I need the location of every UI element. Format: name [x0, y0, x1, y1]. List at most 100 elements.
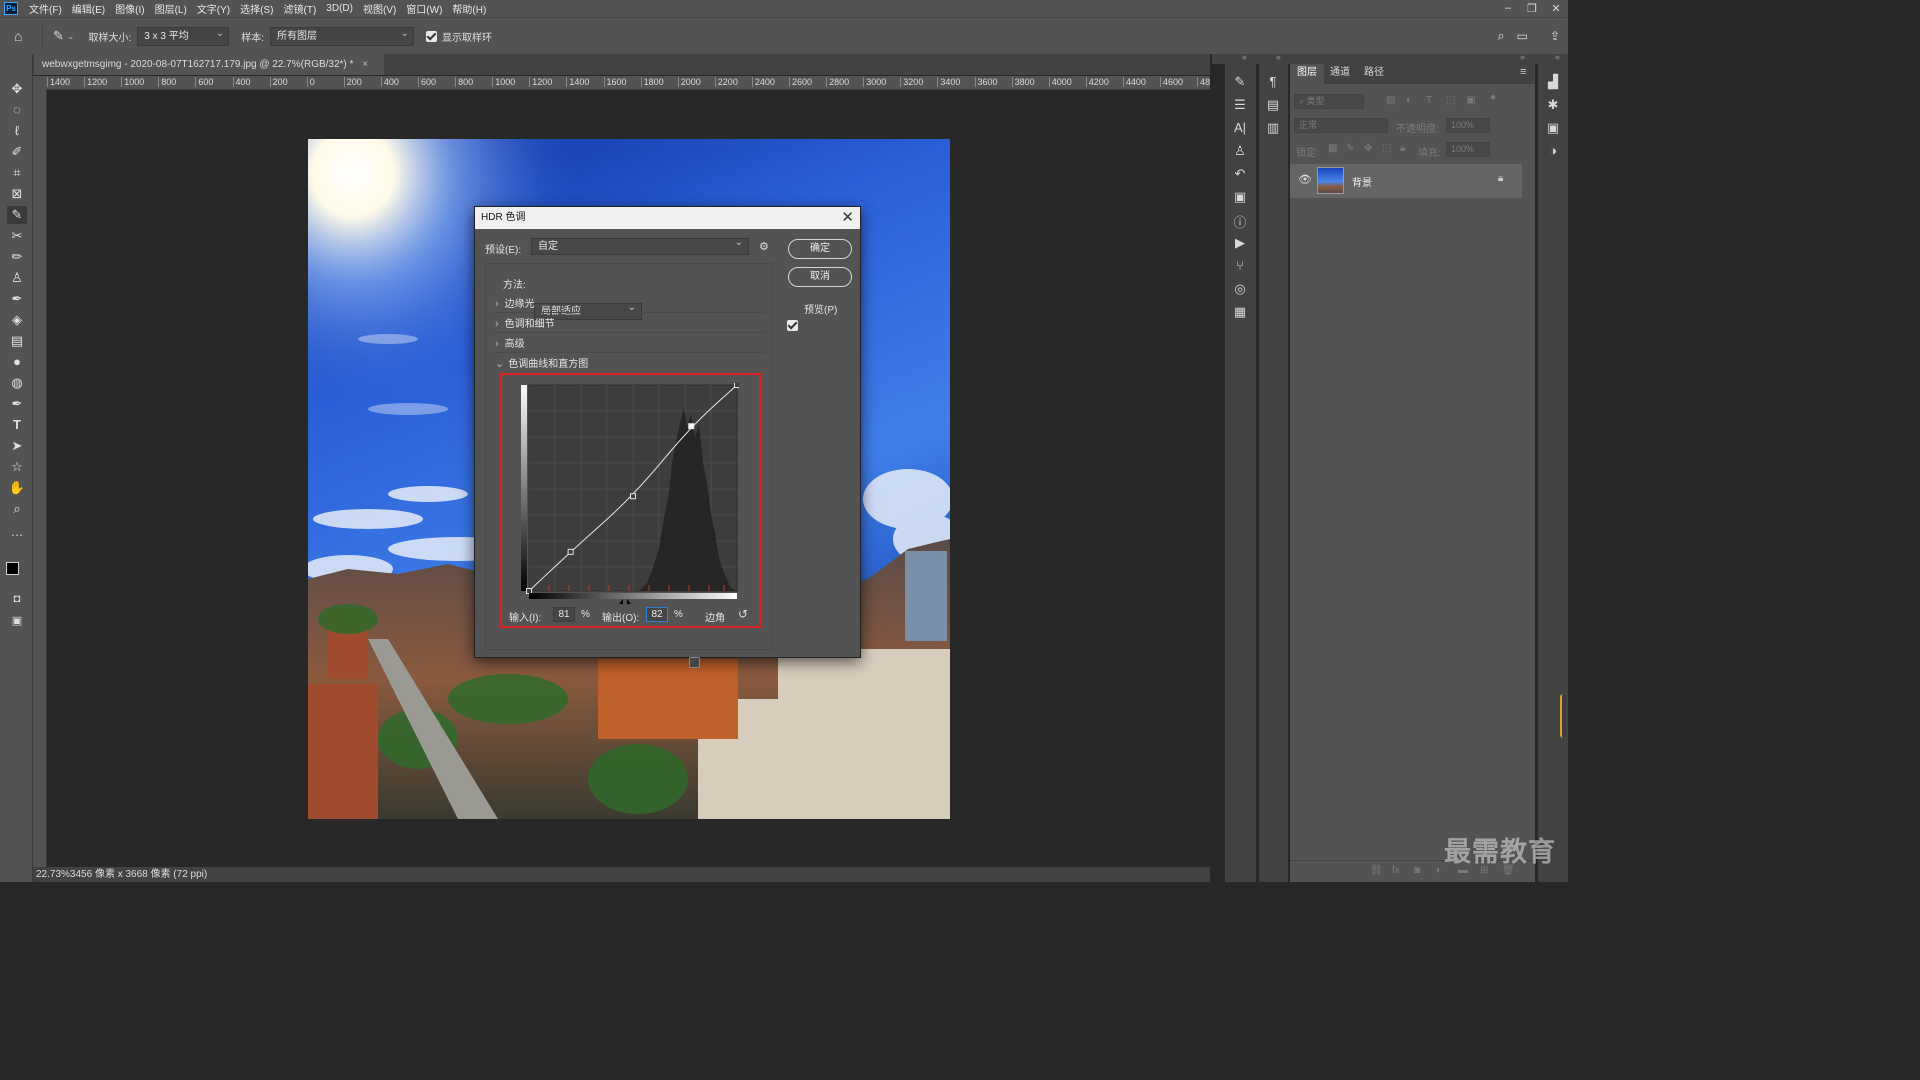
history-brush-tool-icon[interactable]: ✒ — [7, 290, 27, 308]
home-icon[interactable]: ⌂ — [14, 28, 32, 44]
add-mask-icon[interactable]: ◙ — [1414, 865, 1420, 876]
section-tone-curve[interactable]: ⌄ 色调曲线和直方图 — [495, 355, 765, 373]
3d-icon[interactable]: ◎ — [1230, 281, 1250, 297]
menu-type[interactable]: 文字(Y) — [192, 1, 235, 16]
histogram-icon[interactable]: ▟ — [1543, 74, 1563, 90]
clone-stamp-tool-icon[interactable]: ♙ — [7, 269, 27, 287]
quick-select-tool-icon[interactable]: ✐ — [7, 143, 27, 161]
collapse-arrows-icon[interactable]: « — [1555, 52, 1560, 62]
fill-field[interactable]: 100% — [1446, 142, 1490, 157]
paths-icon[interactable]: ⑂ — [1230, 258, 1250, 273]
preview-checkbox[interactable] — [787, 319, 798, 331]
lasso-tool-icon[interactable]: ℓ — [7, 122, 27, 140]
tab-channels[interactable]: 通道 — [1330, 64, 1350, 81]
preset-dropdown[interactable]: 自定 — [531, 235, 749, 255]
cancel-button[interactable]: 取消 — [788, 267, 852, 287]
minimize-icon[interactable]: – — [1496, 2, 1520, 15]
filter-toggle-icon[interactable]: ● — [1490, 92, 1496, 103]
close-tab-icon[interactable]: × — [362, 59, 368, 70]
color-icon[interactable]: ◑ — [1543, 143, 1563, 158]
character-icon[interactable]: A| — [1230, 120, 1250, 135]
workspace-icon[interactable]: ▭ — [1517, 29, 1528, 43]
shape-tool-icon[interactable]: ☆ — [7, 458, 27, 476]
notes-icon[interactable]: ▥ — [1263, 120, 1283, 136]
tab-paths[interactable]: 路径 — [1364, 64, 1384, 81]
path-select-tool-icon[interactable]: ➤ — [7, 437, 27, 455]
filter-shape-icon[interactable]: ⬚ — [1446, 95, 1455, 106]
history-icon[interactable]: ↶ — [1230, 166, 1250, 182]
table-icon[interactable]: ▦ — [1230, 304, 1250, 320]
filter-type-icon[interactable]: T — [1426, 95, 1432, 106]
collapse-arrows-icon[interactable]: « — [1276, 52, 1281, 62]
swatches-icon[interactable]: ▣ — [1543, 120, 1563, 136]
properties-icon[interactable]: ▣ — [1230, 189, 1250, 205]
scroll-indicator[interactable] — [1560, 694, 1566, 738]
type-tool-icon[interactable]: T — [7, 416, 27, 434]
curve-point[interactable] — [526, 588, 532, 594]
brush-settings-icon[interactable]: ✎ — [1230, 74, 1250, 90]
navigator-icon[interactable]: ✱ — [1543, 97, 1563, 113]
lock-transparent-icon[interactable]: ▩ — [1328, 143, 1337, 154]
link-layers-icon[interactable]: ⛓ — [1370, 865, 1383, 876]
visibility-eye-icon[interactable]: 👁︎ — [1298, 173, 1312, 186]
menu-edit[interactable]: 编辑(E) — [67, 1, 110, 16]
menu-help[interactable]: 帮助(H) — [447, 1, 491, 16]
expand-arrows-icon[interactable]: » — [1520, 52, 1525, 62]
filter-adjust-icon[interactable]: ◐ — [1406, 95, 1412, 106]
menu-select[interactable]: 选择(S) — [235, 1, 278, 16]
tool-preset-chevron-icon[interactable]: ⌄ — [67, 31, 75, 42]
fx-icon[interactable]: fx — [1392, 865, 1400, 876]
lock-artboard-icon[interactable]: ⬚ — [1382, 143, 1391, 154]
healing-tool-icon[interactable]: ✂ — [7, 227, 27, 245]
blend-mode-dropdown[interactable]: 正常 — [1294, 118, 1388, 133]
input-field[interactable]: 81 — [553, 607, 575, 622]
menu-file[interactable]: 文件(F) — [24, 1, 67, 16]
brush-tool-icon[interactable]: ✏ — [7, 248, 27, 266]
filter-smart-icon[interactable]: ▣ — [1466, 95, 1475, 106]
layer-name[interactable]: 背景 — [1352, 174, 1372, 189]
tone-curve-graph[interactable] — [519, 383, 739, 607]
menu-window[interactable]: 窗口(W) — [401, 1, 447, 16]
filter-pixel-icon[interactable]: ▨ — [1386, 95, 1395, 106]
adjustments-icon[interactable]: ☰ — [1230, 97, 1250, 113]
clone-source-icon[interactable]: ♙ — [1230, 143, 1250, 159]
actions-play-icon[interactable]: ▶ — [1230, 235, 1250, 251]
curve-point[interactable] — [567, 548, 574, 555]
show-ring-checkbox[interactable] — [426, 30, 438, 42]
section-edge-glow[interactable]: › 边缘光 — [495, 295, 765, 313]
curve-point[interactable] — [734, 383, 740, 388]
search-icon[interactable]: ⌕ — [1497, 28, 1504, 44]
pen-tool-icon[interactable]: ✒ — [7, 395, 27, 413]
sample-size-dropdown[interactable]: 3 x 3 平均 — [137, 25, 230, 46]
menu-image[interactable]: 图像(I) — [110, 1, 149, 16]
info-icon[interactable]: ⓘ — [1230, 212, 1250, 231]
eraser-tool-icon[interactable]: ◈ — [7, 311, 27, 329]
ok-button[interactable]: 确定 — [788, 239, 852, 259]
curve-point[interactable] — [630, 493, 636, 500]
eyedropper-tool-icon[interactable]: ✎ — [7, 206, 27, 224]
gear-icon[interactable]: ⚙ — [759, 240, 769, 253]
zoom-tool-icon[interactable]: ⌕ — [7, 500, 27, 518]
blur-tool-icon[interactable]: ● — [7, 353, 27, 371]
lock-image-icon[interactable]: ✎ — [1346, 143, 1354, 154]
sample-dropdown[interactable]: 所有图层 — [270, 25, 415, 46]
document-tab[interactable]: webwxgetmsgimg - 2020-08-07T162717.179.j… — [34, 54, 384, 75]
lock-position-icon[interactable]: ✥ — [1364, 143, 1372, 154]
menu-layer[interactable]: 图层(L) — [150, 1, 192, 16]
adjustment-layer-icon[interactable]: ◐ — [1436, 865, 1442, 876]
close-window-icon[interactable]: ✕ — [1544, 2, 1568, 15]
libraries-icon[interactable]: ▤ — [1263, 97, 1283, 113]
crop-tool-icon[interactable]: ⌗ — [7, 164, 27, 182]
share-icon[interactable]: ⇪ — [1550, 29, 1560, 43]
lock-all-icon[interactable]: 🔒︎ — [1400, 143, 1405, 154]
corner-checkbox[interactable] — [689, 656, 700, 668]
tab-layers[interactable]: 图层 — [1290, 64, 1324, 84]
move-tool-icon[interactable]: ✥ — [7, 80, 27, 98]
menu-view[interactable]: 视图(V) — [358, 1, 401, 16]
layer-filter-dropdown[interactable]: ⌕ 类型 — [1294, 94, 1364, 109]
close-icon[interactable]: ✕ — [841, 207, 854, 228]
foreground-color-swatch[interactable] — [6, 562, 19, 575]
frame-tool-icon[interactable]: ⊠ — [7, 185, 27, 203]
collapse-arrows-icon[interactable]: « — [1242, 52, 1247, 62]
section-advanced[interactable]: › 高级 — [495, 335, 765, 353]
